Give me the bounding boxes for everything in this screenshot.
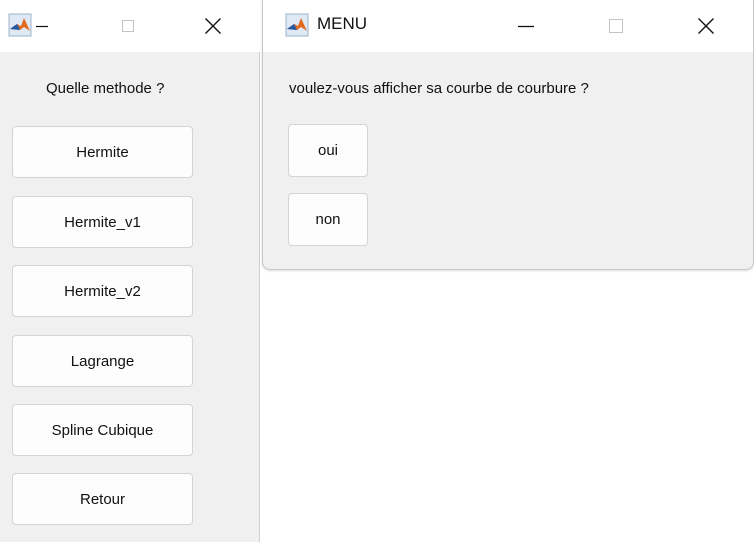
maximize-button[interactable]	[110, 8, 146, 44]
title-bar[interactable]: MENU	[263, 0, 753, 52]
retour-button[interactable]: Retour	[12, 473, 193, 525]
maximize-button[interactable]	[593, 8, 639, 44]
title-bar[interactable]	[0, 0, 260, 52]
spline-cubique-button[interactable]: Spline Cubique	[12, 404, 193, 456]
minimize-button[interactable]	[503, 8, 549, 44]
minimize-button[interactable]	[30, 8, 54, 44]
maximize-icon	[609, 19, 623, 33]
menu-window: MENU voulez-vous afficher sa courbe de c…	[262, 0, 754, 270]
hermite-button[interactable]: Hermite	[12, 126, 193, 178]
hermite-v1-button[interactable]: Hermite_v1	[12, 196, 193, 248]
method-prompt: Quelle methode ?	[46, 80, 165, 97]
oui-button[interactable]: oui	[288, 124, 368, 177]
window-title: MENU	[317, 14, 368, 33]
minimize-icon	[36, 25, 48, 28]
maximize-icon	[122, 20, 134, 32]
hermite-v2-button[interactable]: Hermite_v2	[12, 265, 193, 317]
non-button[interactable]: non	[288, 193, 368, 246]
method-window: Quelle methode ? Hermite Hermite_v1 Herm…	[0, 0, 260, 542]
courbure-prompt: voulez-vous afficher sa courbe de courbu…	[289, 80, 589, 97]
minimize-icon	[518, 25, 534, 28]
matlab-icon	[285, 13, 309, 37]
close-icon	[698, 18, 714, 34]
close-button[interactable]	[190, 8, 236, 44]
close-button[interactable]	[683, 8, 729, 44]
lagrange-button[interactable]: Lagrange	[12, 335, 193, 387]
close-icon	[205, 18, 221, 34]
matlab-icon	[8, 13, 32, 37]
